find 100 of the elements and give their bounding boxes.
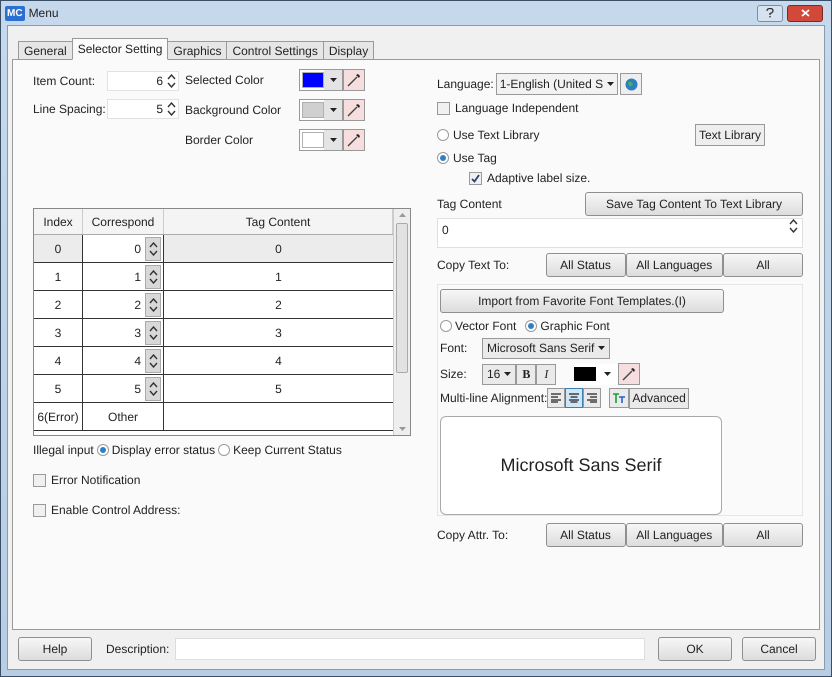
spinner-arrows-icon xyxy=(167,102,176,116)
eyedropper-icon xyxy=(622,367,636,382)
color-label: Background Color xyxy=(185,102,282,119)
help-title-button[interactable] xyxy=(757,4,783,22)
field-label: Font: xyxy=(440,340,468,358)
scroll-up-icon[interactable] xyxy=(398,213,406,217)
eyedropper-icon xyxy=(347,73,361,87)
scrollbar[interactable] xyxy=(393,209,410,435)
table-row[interactable]: 4 4 4 xyxy=(34,347,393,375)
radio-button[interactable] xyxy=(437,129,449,141)
color-picker-button[interactable] xyxy=(343,129,365,151)
radio-button[interactable] xyxy=(437,152,449,164)
table-row[interactable]: 2 2 2 xyxy=(34,291,393,319)
align-button[interactable] xyxy=(547,388,566,408)
table-row[interactable]: 5 5 5 xyxy=(34,375,393,403)
tab[interactable]: Display xyxy=(322,41,374,60)
table-row[interactable]: 1 1 1 xyxy=(34,263,393,291)
field-label: Language: xyxy=(437,76,494,93)
radio-label: Graphic Font xyxy=(540,318,610,335)
caret-icon xyxy=(504,372,512,376)
copy-button[interactable]: All xyxy=(722,523,803,547)
field-label: Line Spacing: xyxy=(33,101,107,118)
spinner-arrows-icon xyxy=(148,242,158,256)
italic-button[interactable]: I xyxy=(536,364,556,385)
size-dropdown[interactable]: 16 xyxy=(482,364,516,385)
bold-button[interactable]: B xyxy=(516,364,536,385)
number-spinner[interactable]: 5 xyxy=(107,99,179,119)
save-tag-button[interactable]: Save Tag Content To Text Library xyxy=(585,192,803,216)
color-dropdown[interactable] xyxy=(574,364,618,385)
checkbox[interactable] xyxy=(437,102,450,114)
table-cell-text: 3 xyxy=(274,324,283,342)
number-spinner[interactable]: 0 xyxy=(83,235,164,262)
table-cell: 6(Error) xyxy=(34,403,83,430)
description-field[interactable] xyxy=(175,638,646,660)
color-picker-button[interactable] xyxy=(343,99,365,121)
table-cell-text: 4 xyxy=(274,352,283,370)
align-button[interactable] xyxy=(583,388,602,408)
table-row[interactable]: 6(Error) Other xyxy=(34,403,393,431)
copy-button[interactable]: All Languages xyxy=(626,523,723,547)
color-dropdown[interactable] xyxy=(299,99,343,121)
tab[interactable]: Selector Setting xyxy=(72,38,168,60)
caret-icon xyxy=(330,138,336,142)
tab[interactable]: General xyxy=(18,41,73,60)
number-spinner[interactable]: 6 xyxy=(107,71,179,91)
radio-label: Use Text Library xyxy=(453,127,540,144)
ok-button[interactable]: OK xyxy=(658,637,732,661)
color-picker-button[interactable] xyxy=(618,363,640,386)
text-style-icon[interactable] xyxy=(609,388,630,408)
radio-button[interactable] xyxy=(525,320,538,332)
scroll-down-icon[interactable] xyxy=(398,427,406,431)
language-dropdown[interactable]: 1-English (United S xyxy=(496,73,618,95)
field-label: Illegal input xyxy=(33,442,94,459)
window-title: Menu xyxy=(28,5,59,22)
globe-button[interactable] xyxy=(620,73,642,95)
tag-content-field[interactable]: 0 xyxy=(437,218,803,248)
font-preview: Microsoft Sans Serif xyxy=(440,416,722,516)
table-cell-text: 0 xyxy=(274,240,283,258)
text-library-button[interactable]: Text Library xyxy=(694,124,765,146)
field-label: Tag Content xyxy=(437,196,502,213)
field-label: Multi-line Alignment: xyxy=(440,390,548,408)
copy-button[interactable]: All Status xyxy=(546,253,626,277)
checkbox[interactable] xyxy=(33,474,46,486)
spinner-arrows-icon xyxy=(148,354,158,368)
radio-button[interactable] xyxy=(218,444,230,456)
checkbox-label: Enable Control Address: xyxy=(51,502,180,519)
tab[interactable]: Graphics xyxy=(167,41,228,60)
align-icon xyxy=(586,393,598,404)
copy-button[interactable]: All Status xyxy=(546,523,626,547)
close-button[interactable] xyxy=(787,4,823,22)
radio-label: Keep Current Status xyxy=(233,442,342,459)
radio-label: Use Tag xyxy=(453,150,497,167)
help-button[interactable]: Help xyxy=(18,637,92,661)
spinner-arrows-icon xyxy=(789,219,798,233)
import-templates-button[interactable]: Import from Favorite Font Templates.(I) xyxy=(440,289,724,313)
color-dropdown[interactable] xyxy=(299,129,343,151)
table-row[interactable]: 3 3 3 xyxy=(34,319,393,347)
eyedropper-icon xyxy=(347,133,361,147)
color-picker-button[interactable] xyxy=(343,69,365,91)
caret-icon xyxy=(607,82,614,86)
advanced-button[interactable]: Advanced xyxy=(629,388,689,409)
radio-button[interactable] xyxy=(96,444,109,456)
table-row[interactable]: 0 0 0 xyxy=(34,235,393,263)
radio-button[interactable] xyxy=(440,320,452,332)
color-label: Selected Color xyxy=(185,72,265,89)
copy-button[interactable]: All Languages xyxy=(626,253,723,277)
checkbox[interactable] xyxy=(33,504,46,516)
font-dropdown[interactable]: Microsoft Sans Serif xyxy=(482,338,610,359)
checkbox[interactable] xyxy=(469,172,482,184)
tab[interactable]: Control Settings xyxy=(226,41,324,60)
color-dropdown[interactable] xyxy=(299,69,343,91)
close-icon xyxy=(800,9,810,17)
caret-icon xyxy=(604,372,611,376)
row-label: Copy Attr. To: xyxy=(437,527,510,544)
align-button[interactable] xyxy=(565,388,584,408)
checkbox-label: Language Independent xyxy=(455,100,578,117)
spinner-arrows-icon xyxy=(148,326,158,340)
copy-button[interactable]: All xyxy=(722,253,803,277)
field-label: Description: xyxy=(106,641,170,658)
cancel-button[interactable]: Cancel xyxy=(742,637,816,661)
column-header: Index xyxy=(34,209,83,234)
